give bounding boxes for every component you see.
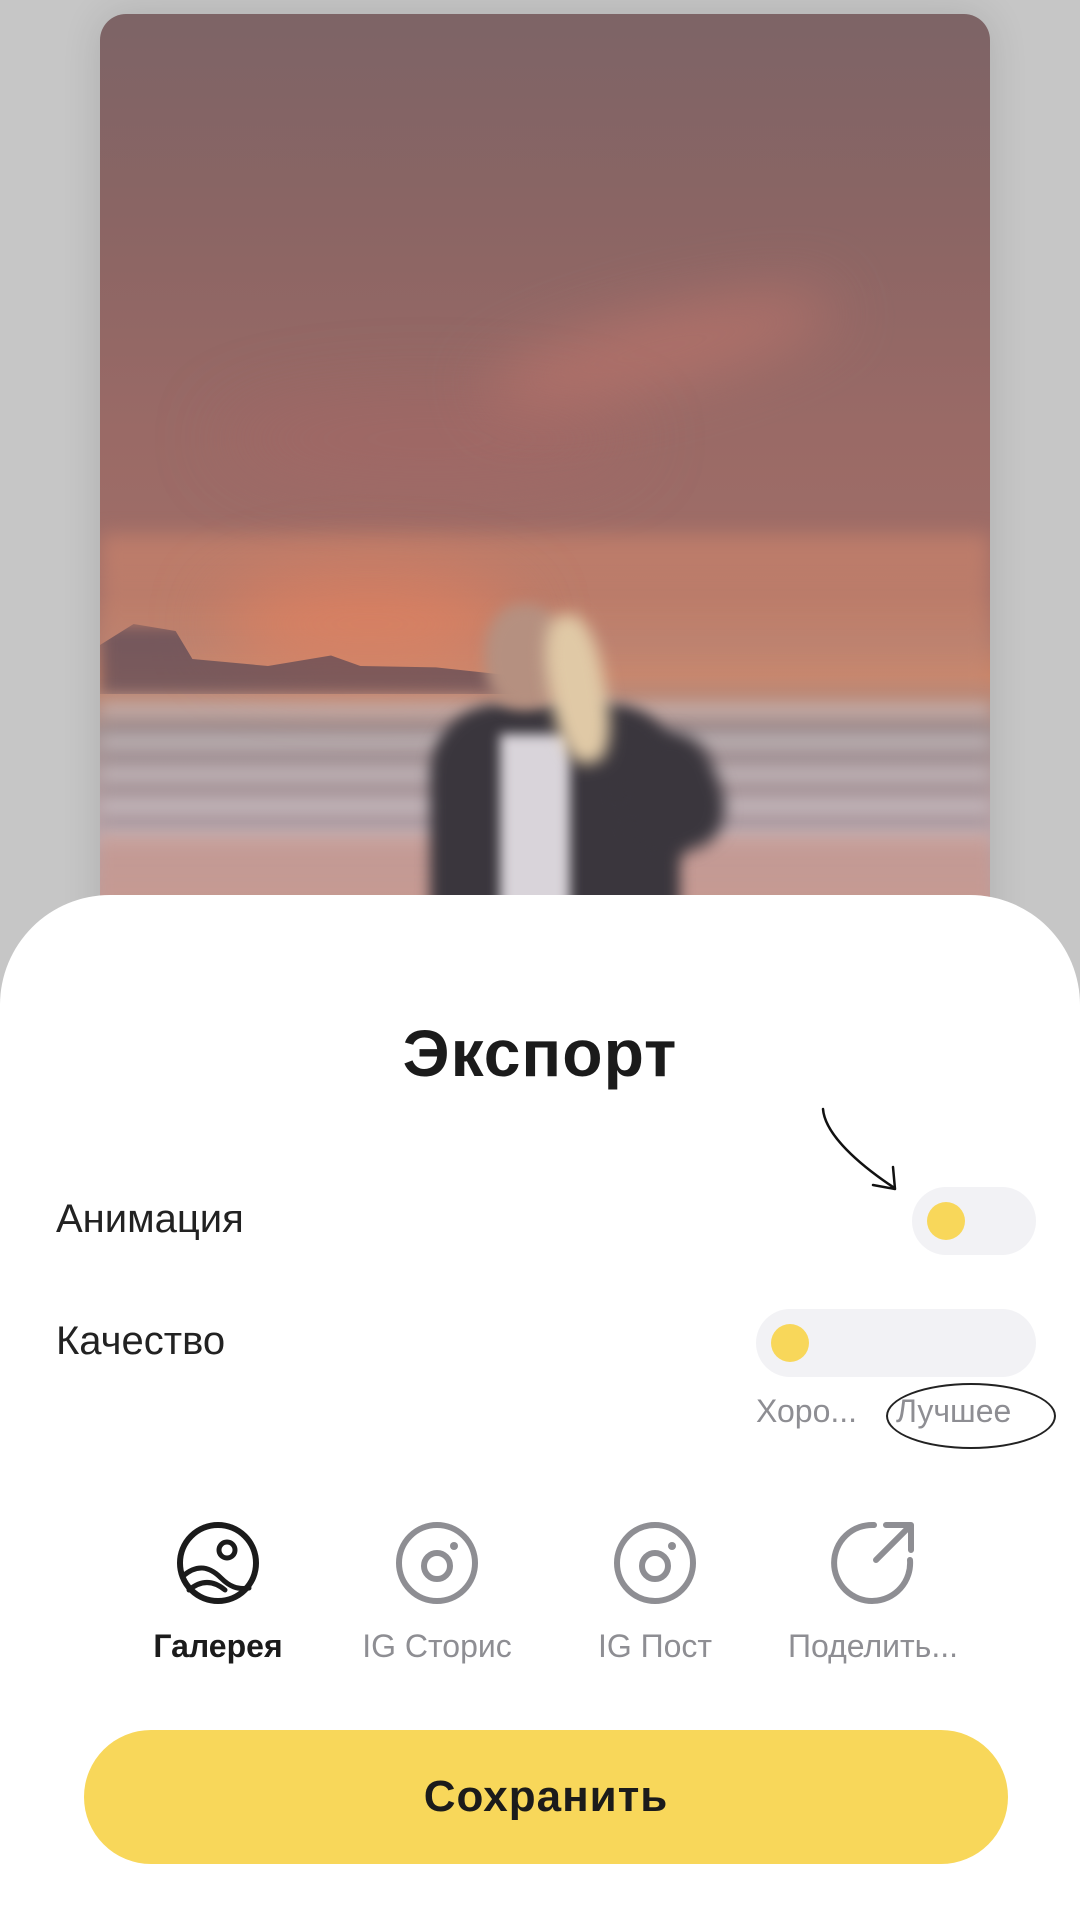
- animation-toggle[interactable]: [912, 1187, 1036, 1255]
- share-target-label: IG Сторис: [362, 1628, 512, 1664]
- gallery-icon: [177, 1522, 259, 1604]
- quality-slider[interactable]: [756, 1309, 1036, 1377]
- quality-label: Качество: [56, 1319, 226, 1363]
- photo-sky: [220, 394, 640, 484]
- share-target-ig-stories[interactable]: IG Сторис: [327, 1520, 547, 1665]
- animation-toggle-knob: [927, 1202, 965, 1240]
- quality-option-good[interactable]: Хоро...: [756, 1393, 857, 1430]
- share-target-gallery[interactable]: Галерея: [108, 1520, 328, 1665]
- photo-sunset-glow: [220, 574, 520, 674]
- quality-slider-knob[interactable]: [771, 1324, 809, 1362]
- animation-label: Анимация: [56, 1197, 244, 1241]
- share-icon: [831, 1521, 914, 1604]
- annotation-circle: [886, 1383, 1056, 1449]
- share-target-ig-post[interactable]: IG Пост: [545, 1520, 765, 1665]
- share-target-label: Галерея: [153, 1628, 283, 1664]
- export-sheet: Экспорт Анимация Качество Хоро... Лучшее…: [0, 895, 1080, 1920]
- instagram-icon: [614, 1522, 696, 1604]
- share-target-share[interactable]: Поделить...: [763, 1520, 983, 1665]
- annotation-arrow-icon: [821, 1107, 897, 1191]
- photo-cloud: [476, 271, 844, 427]
- share-target-label: Поделить...: [787, 1628, 959, 1664]
- save-button[interactable]: Сохранить: [84, 1730, 1008, 1864]
- instagram-icon: [396, 1522, 478, 1604]
- share-target-label: IG Пост: [597, 1628, 713, 1664]
- sheet-title: Экспорт: [402, 1016, 678, 1090]
